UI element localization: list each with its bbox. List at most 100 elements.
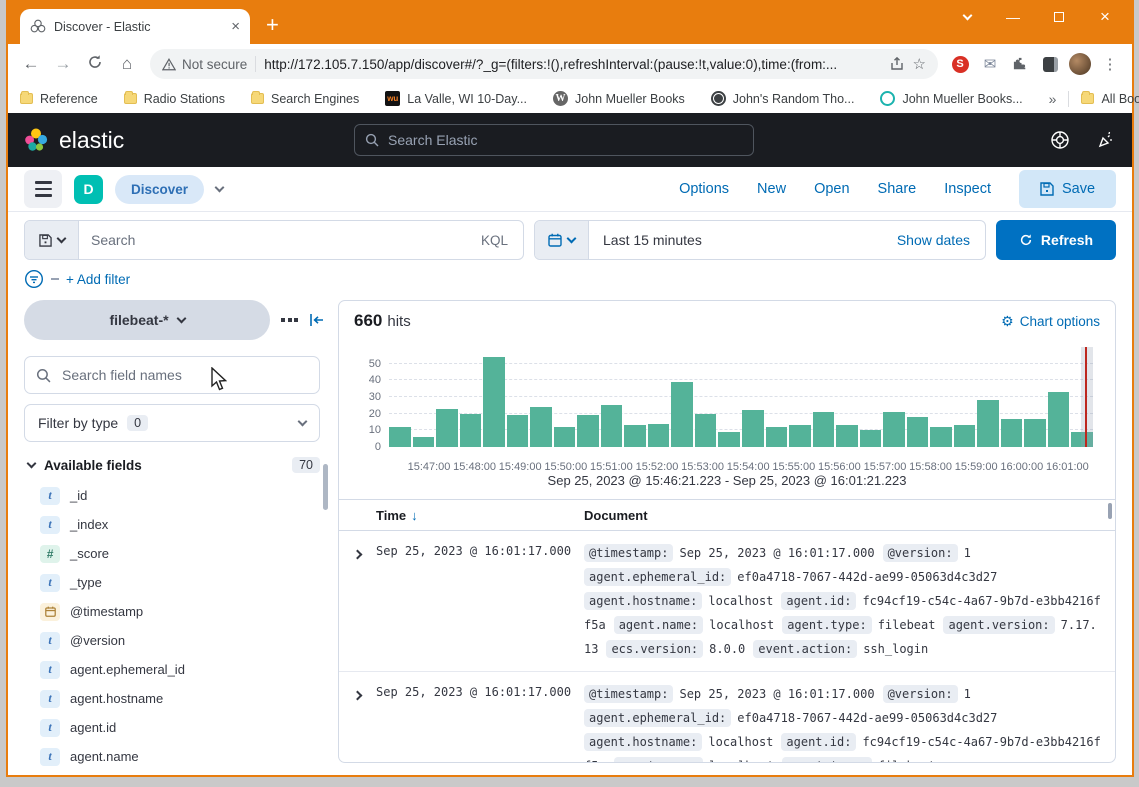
tab-search-button[interactable]: [944, 2, 990, 32]
all-bookmarks-button[interactable]: All Bookmarks: [1081, 92, 1139, 106]
extensions-puzzle-icon[interactable]: [1006, 56, 1034, 72]
histogram-bar[interactable]: [624, 425, 646, 447]
histogram-chart[interactable]: 15:47:0015:48:0015:49:0015:50:0015:51:00…: [353, 341, 1101, 473]
field-item[interactable]: #_score: [24, 539, 338, 568]
histogram-bar[interactable]: [389, 427, 411, 447]
chart-options-button[interactable]: ⚙ Chart options: [1001, 313, 1100, 330]
nav-link-options[interactable]: Options: [679, 181, 729, 197]
histogram-bar[interactable]: [930, 427, 952, 447]
available-fields-header[interactable]: Available fields 70: [24, 457, 320, 473]
add-filter-button[interactable]: + Add filter: [66, 272, 130, 287]
time-column-header[interactable]: Time↓: [339, 508, 584, 523]
elastic-search-input[interactable]: Search Elastic: [354, 124, 754, 156]
new-tab-button[interactable]: +: [266, 14, 279, 36]
table-scrollbar[interactable]: [1108, 503, 1112, 519]
histogram-bar[interactable]: [695, 414, 717, 447]
field-item[interactable]: tagent.hostname: [24, 684, 338, 713]
histogram-bar[interactable]: [1048, 392, 1070, 447]
histogram-bar[interactable]: [671, 382, 693, 447]
time-range-value[interactable]: Last 15 minutes: [589, 232, 897, 248]
collapse-sidebar-icon[interactable]: [309, 313, 325, 327]
newsfeed-icon[interactable]: [1096, 130, 1116, 150]
sidebar-scrollbar[interactable]: [323, 464, 328, 510]
side-panel-icon[interactable]: [1036, 57, 1064, 72]
field-item[interactable]: t_type: [24, 568, 338, 597]
elastic-brand[interactable]: elastic: [24, 127, 354, 154]
expand-row-icon[interactable]: [339, 682, 376, 762]
not-secure-warning[interactable]: Not secure: [162, 57, 247, 72]
field-item[interactable]: tagent.name: [24, 742, 338, 771]
histogram-bar[interactable]: [789, 425, 811, 447]
minimize-button[interactable]: —: [990, 2, 1036, 32]
histogram-bar[interactable]: [413, 437, 435, 447]
nav-link-open[interactable]: Open: [814, 181, 849, 197]
close-button[interactable]: ×: [1082, 2, 1128, 32]
search-input[interactable]: [79, 232, 466, 248]
browser-tab[interactable]: Discover - Elastic ×: [20, 9, 250, 44]
nav-link-inspect[interactable]: Inspect: [944, 181, 991, 197]
histogram-bar[interactable]: [836, 425, 858, 447]
forward-icon[interactable]: →: [48, 54, 78, 74]
extension-s-icon[interactable]: S: [946, 56, 974, 73]
back-icon[interactable]: ←: [16, 54, 46, 74]
histogram-bar[interactable]: [954, 425, 976, 447]
histogram-bar[interactable]: [813, 412, 835, 447]
histogram-bar[interactable]: [436, 409, 458, 447]
filter-by-type-select[interactable]: Filter by type 0: [24, 404, 320, 442]
profile-avatar[interactable]: [1066, 53, 1094, 75]
bookmark-item[interactable]: John's Random Tho...: [711, 91, 855, 106]
field-options-icon[interactable]: [281, 318, 298, 322]
bookmark-item[interactable]: WJohn Mueller Books: [553, 91, 685, 106]
histogram-bar[interactable]: [907, 417, 929, 447]
show-dates-button[interactable]: Show dates: [897, 232, 985, 248]
breadcrumb-chevron-icon[interactable]: [215, 183, 225, 193]
filter-icon[interactable]: [24, 269, 44, 289]
bookmarks-overflow-icon[interactable]: »: [1049, 91, 1057, 107]
sort-desc-icon[interactable]: ↓: [411, 508, 418, 523]
tab-close-icon[interactable]: ×: [231, 19, 240, 34]
browser-menu-icon[interactable]: ⋮: [1096, 55, 1124, 73]
histogram-bar[interactable]: [648, 424, 670, 447]
field-item[interactable]: @timestamp: [24, 597, 338, 626]
field-item[interactable]: t@version: [24, 626, 338, 655]
field-item[interactable]: tagent.ephemeral_id: [24, 655, 338, 684]
bookmark-item[interactable]: Reference: [20, 92, 98, 106]
help-lifebuoy-icon[interactable]: [1050, 130, 1070, 150]
histogram-bar[interactable]: [742, 410, 764, 447]
histogram-bar[interactable]: [766, 427, 788, 447]
field-item[interactable]: tagent.id: [24, 713, 338, 742]
menu-hamburger-icon[interactable]: [24, 170, 62, 208]
bookmark-item[interactable]: John Mueller Books...: [880, 91, 1022, 106]
field-search-input[interactable]: [60, 366, 308, 384]
extension-mail-icon[interactable]: ✉: [976, 55, 1004, 73]
histogram-bar[interactable]: [577, 415, 599, 447]
nav-link-share[interactable]: Share: [878, 181, 917, 197]
histogram-bar[interactable]: [860, 430, 882, 447]
index-pattern-select[interactable]: filebeat-*: [24, 300, 270, 340]
histogram-bar[interactable]: [977, 400, 999, 447]
bookmark-star-icon[interactable]: ☆: [913, 55, 926, 73]
bookmark-item[interactable]: wuLa Valle, WI 10-Day...: [385, 91, 527, 106]
histogram-bar[interactable]: [554, 427, 576, 447]
bookmark-item[interactable]: Radio Stations: [124, 92, 225, 106]
refresh-button[interactable]: Refresh: [996, 220, 1116, 260]
histogram-bar[interactable]: [507, 415, 529, 447]
histogram-bar[interactable]: [1001, 419, 1023, 447]
histogram-bar[interactable]: [483, 357, 505, 447]
date-quick-select-button[interactable]: [535, 221, 589, 259]
address-bar[interactable]: Not secure http://172.105.7.150/app/disc…: [150, 49, 938, 79]
field-item[interactable]: t_index: [24, 510, 338, 539]
share-icon[interactable]: [889, 56, 905, 72]
query-language-button[interactable]: KQL: [466, 233, 523, 248]
saved-query-button[interactable]: [25, 221, 79, 259]
bookmark-item[interactable]: Search Engines: [251, 92, 359, 106]
breadcrumb-discover[interactable]: Discover: [115, 175, 204, 204]
field-item[interactable]: t_id: [24, 481, 338, 510]
histogram-bar[interactable]: [530, 407, 552, 447]
histogram-bar[interactable]: [883, 412, 905, 447]
histogram-bar[interactable]: [601, 405, 623, 447]
expand-row-icon[interactable]: [339, 541, 376, 661]
home-icon[interactable]: ⌂: [112, 54, 142, 74]
save-button[interactable]: Save: [1019, 170, 1116, 208]
maximize-button[interactable]: [1036, 2, 1082, 32]
